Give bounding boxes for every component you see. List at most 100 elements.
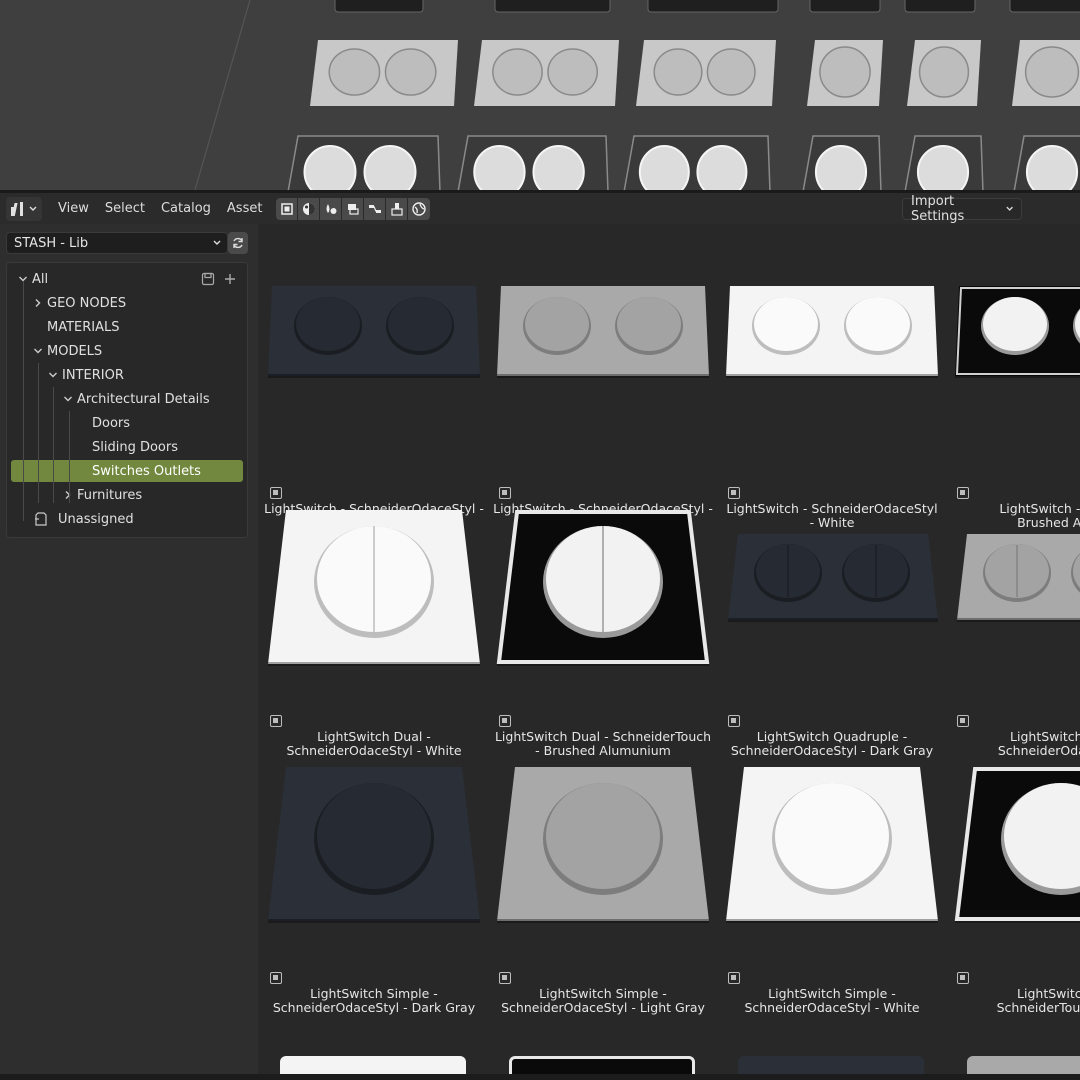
refresh-library-button[interactable] <box>228 232 248 254</box>
chevron-down-icon[interactable] <box>32 346 44 356</box>
asset-name: LightSwitch Simple - SchneiderOdaceStyl … <box>744 986 920 1015</box>
asset-library-dropdown[interactable]: STASH - Lib <box>6 232 228 254</box>
asset-thumbnail <box>268 510 480 666</box>
material-filter-icon[interactable] <box>298 197 321 220</box>
object-type-icon <box>270 715 282 727</box>
asset-item[interactable]: LightSwitch Dual - SchneiderTouch - Brus… <box>491 510 715 760</box>
object-filter-icon[interactable] <box>276 197 299 220</box>
asset-thumbnail <box>728 534 938 622</box>
catalog-item-label: All <box>32 271 49 287</box>
catalog-item-doors[interactable]: Doors <box>7 412 247 434</box>
asset-item[interactable]: LightSwitch - SchneiderOdaceStyl - Light… <box>491 282 715 532</box>
asset-item[interactable]: LightSwitch Simple - SchneiderOdaceStyl … <box>262 767 486 1017</box>
asset-name: LightSwitch Simple - SchneiderOdaceStyl … <box>501 986 705 1015</box>
import-settings-dropdown[interactable]: Import Settings <box>902 194 1022 224</box>
object-type-icon <box>728 972 740 984</box>
catalog-item-label: MODELS <box>47 343 103 359</box>
import-settings-label: Import Settings <box>911 194 965 224</box>
object-type-icon <box>728 715 740 727</box>
menu-view[interactable]: View <box>50 197 97 221</box>
catalog-sidebar: STASH - Lib All GEO NODES MATERIALS MODELS I… <box>0 224 258 1080</box>
catalog-item-label: Unassigned <box>58 511 134 527</box>
brush-filter-icon[interactable] <box>386 197 409 220</box>
catalog-item-all[interactable]: All <box>7 268 247 290</box>
refresh-icon <box>233 237 243 249</box>
asset-item[interactable]: LightSwitch Qua SchneiderOdaceStyl <box>949 510 1080 760</box>
menu-asset[interactable]: Asset <box>219 197 271 221</box>
chevron-right-icon[interactable] <box>62 490 74 500</box>
editor-type-dropdown[interactable] <box>6 196 42 221</box>
asset-thumbnail <box>957 534 1080 622</box>
asset-name: LightSwitch Dual - SchneiderTouch - Brus… <box>494 729 712 758</box>
catalog-item-geo-nodes[interactable]: GEO NODES <box>7 292 247 314</box>
catalog-item-label: Doors <box>92 415 131 431</box>
asset-item[interactable]: LightSwitch Si SchneiderTouch ...sh <box>949 767 1080 1017</box>
catalog-item-switches-outlets[interactable]: Switches Outlets <box>11 460 243 482</box>
object-type-icon <box>270 487 282 499</box>
node-group-filter-icon[interactable] <box>364 197 387 220</box>
asset-browser-header: View Select Catalog Asset Import Setting… <box>0 190 1080 224</box>
catalog-item-label: INTERIOR <box>62 367 124 383</box>
asset-item[interactable]: LightSwitch Quadruple - SchneiderOdaceSt… <box>720 510 944 760</box>
catalog-item-label: Switches Outlets <box>92 463 201 479</box>
action-filter-icon[interactable] <box>342 197 365 220</box>
object-type-icon <box>499 487 511 499</box>
tree-guide-line <box>38 363 39 503</box>
menu-select[interactable]: Select <box>97 197 153 221</box>
viewport-scene <box>194 0 1080 190</box>
catalog-item-furnitures[interactable]: Furnitures <box>7 484 247 506</box>
chevron-right-icon[interactable] <box>32 298 44 308</box>
asset-item[interactable]: LightSwitch Simple - SchneiderOdaceStyl … <box>720 767 944 1017</box>
object-type-icon <box>728 487 740 499</box>
chevron-down-icon <box>213 240 221 245</box>
chevron-down-icon[interactable] <box>47 370 59 380</box>
asset-item[interactable]: LightSwitch Simple - SchneiderOdaceStyl … <box>491 767 715 1017</box>
tree-guide-line <box>23 281 24 521</box>
asset-item[interactable]: LightSwitch Dual - SchneiderOdaceStyl - … <box>262 510 486 760</box>
unassigned-catalog-icon <box>32 512 50 526</box>
menu-catalog[interactable]: Catalog <box>153 197 219 221</box>
asset-library-label: STASH - Lib <box>14 235 89 251</box>
asset-name: LightSwitch Simple - SchneiderOdaceStyl … <box>272 986 476 1015</box>
catalog-item-models[interactable]: MODELS <box>7 340 247 362</box>
world-filter-icon[interactable] <box>320 197 343 220</box>
asset-item[interactable]: LightSwitch - SchneiderOdaceStyl - Dark … <box>262 282 486 532</box>
catalog-item-materials[interactable]: MATERIALS <box>7 316 247 338</box>
asset-name: LightSwitch Dual - SchneiderOdaceStyl - … <box>286 729 462 758</box>
asset-browser-icon <box>11 201 23 216</box>
asset-thumbnail <box>268 767 480 923</box>
object-type-icon <box>270 972 282 984</box>
asset-thumbnail <box>497 767 709 923</box>
catalog-item-label: GEO NODES <box>47 295 127 311</box>
asset-thumbnail <box>955 286 1080 378</box>
asset-thumbnail <box>268 286 480 378</box>
asset-thumbnail <box>496 510 710 666</box>
asset-grid[interactable]: LightSwitch - SchneiderOdaceStyl - Dark … <box>258 224 1080 1080</box>
object-type-icon <box>957 715 969 727</box>
asset-name: LightSwitch Si SchneiderTouch ...sh <box>996 986 1080 1015</box>
asset-name: LightSwitch Qua SchneiderOdaceStyl <box>997 729 1080 758</box>
asset-item[interactable]: LightSwitch - SchneiderOdaceStyl - White <box>720 282 944 532</box>
catalog-item-label: MATERIALS <box>47 319 120 335</box>
object-type-icon <box>957 972 969 984</box>
catalog-item-sliding-doors[interactable]: Sliding Doors <box>7 436 247 458</box>
asset-thumbnail <box>954 767 1080 923</box>
asset-item[interactable]: LightSwitch - Schne Brushed Alum <box>949 282 1080 532</box>
asset-thumbnail <box>726 767 938 923</box>
catalog-item-unassigned[interactable]: Unassigned <box>7 508 247 530</box>
chevron-down-icon[interactable] <box>62 394 74 404</box>
object-type-icon <box>957 487 969 499</box>
asset-name: LightSwitch Quadruple - SchneiderOdaceSt… <box>730 729 934 758</box>
catalog-item-label: Architectural Details <box>77 391 210 407</box>
asset-type-filters <box>276 197 431 220</box>
3d-viewport[interactable] <box>0 0 1080 190</box>
tree-guide-line <box>69 411 70 503</box>
chevron-down-icon <box>29 206 37 211</box>
object-type-icon <box>499 972 511 984</box>
environment-filter-icon[interactable] <box>408 197 431 220</box>
tree-guide-line <box>53 387 54 503</box>
status-bar <box>0 1074 1080 1080</box>
catalog-item-interior[interactable]: INTERIOR <box>7 364 247 386</box>
catalog-item-architectural-details[interactable]: Architectural Details <box>7 388 247 410</box>
object-type-icon <box>499 715 511 727</box>
